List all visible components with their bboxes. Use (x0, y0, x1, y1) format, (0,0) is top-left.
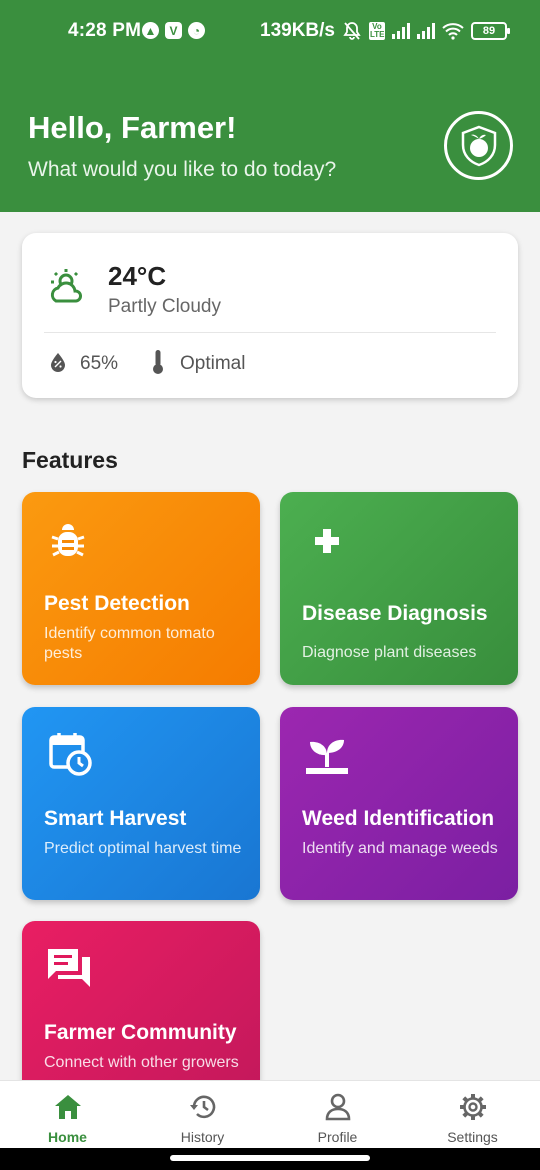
nav-label: Settings (447, 1129, 498, 1145)
bottom-navigation: Home History Profile Settings (0, 1080, 540, 1148)
weed-identification-card[interactable]: Weed Identification Identify and manage … (280, 707, 518, 900)
person-icon (325, 1093, 351, 1121)
divider (44, 332, 496, 333)
app-notification-icon: ▲ (142, 22, 159, 39)
card-description: Predict optimal harvest time (44, 840, 242, 857)
features-heading: Features (22, 447, 118, 473)
thermometer-icon (153, 350, 163, 374)
status-right: 139KB/s Vo LTE 89 (260, 20, 510, 42)
app-notification-icon: V (165, 22, 182, 39)
card-description: Connect with other growers (44, 1054, 239, 1071)
status-notification-icons: ▲ V ◔ (142, 22, 205, 39)
card-title: Pest Detection (44, 592, 190, 615)
nav-label: Profile (317, 1129, 358, 1145)
sprout-icon (306, 739, 348, 774)
card-description: Identify and manage weeds (302, 840, 498, 857)
disease-diagnosis-card[interactable]: Disease Diagnosis Diagnose plant disease… (280, 492, 518, 685)
card-title: Weed Identification (302, 807, 495, 830)
smart-harvest-card[interactable]: Smart Harvest Predict optimal harvest ti… (22, 707, 260, 900)
calendar-clock-icon (49, 733, 92, 776)
card-description: Identify common tomato pests (44, 625, 215, 662)
humidity-value: 65% (80, 353, 119, 374)
pest-detection-card[interactable]: Pest Detection Identify common tomato pe… (22, 492, 260, 685)
bug-icon (51, 524, 85, 557)
signal-icon (417, 23, 435, 39)
network-speed: 139KB/s (260, 20, 335, 41)
partly-cloudy-icon (50, 269, 83, 303)
soil-status: Optimal (180, 353, 246, 374)
greeting-title: Hello, Farmer! (28, 110, 237, 145)
weather-condition: Partly Cloudy (108, 296, 221, 317)
nav-label: History (180, 1129, 225, 1145)
medical-cross-icon (315, 529, 339, 553)
nav-profile[interactable]: Profile (270, 1081, 405, 1149)
gear-icon (460, 1094, 486, 1120)
nav-history[interactable]: History (135, 1081, 270, 1149)
card-title: Disease Diagnosis (302, 602, 488, 625)
humidity-icon (51, 353, 65, 372)
card-title: Farmer Community (44, 1021, 237, 1044)
temperature-value: 24°C (108, 261, 167, 291)
greeting-subtitle: What would you like to do today? (28, 158, 337, 181)
bell-muted-icon (343, 22, 361, 40)
status-time: 4:28 PM (68, 20, 142, 41)
home-gesture-handle[interactable] (170, 1155, 370, 1161)
battery-icon: 89 (471, 22, 510, 40)
signal-icon (392, 23, 410, 39)
chat-bubbles-icon (48, 949, 90, 987)
tomato-shield-icon[interactable] (444, 111, 513, 180)
app-header: 4:28 PM ▲ V ◔ 139KB/s Vo LTE 89 Hello, F… (0, 0, 540, 212)
nav-label: Home (48, 1129, 87, 1145)
status-bar: 4:28 PM ▲ V ◔ 139KB/s Vo LTE 89 (0, 0, 540, 62)
nav-settings[interactable]: Settings (405, 1081, 540, 1149)
history-icon (190, 1095, 216, 1119)
card-description: Diagnose plant diseases (302, 644, 477, 661)
card-title: Smart Harvest (44, 807, 187, 830)
app-notification-icon: ◔ (188, 22, 205, 39)
weather-card[interactable]: 24°C Partly Cloudy 65% Optimal (22, 233, 518, 398)
wifi-icon (442, 23, 464, 40)
home-icon (55, 1095, 81, 1119)
nav-home[interactable]: Home (0, 1081, 135, 1149)
volte-icon: Vo LTE (369, 22, 385, 40)
